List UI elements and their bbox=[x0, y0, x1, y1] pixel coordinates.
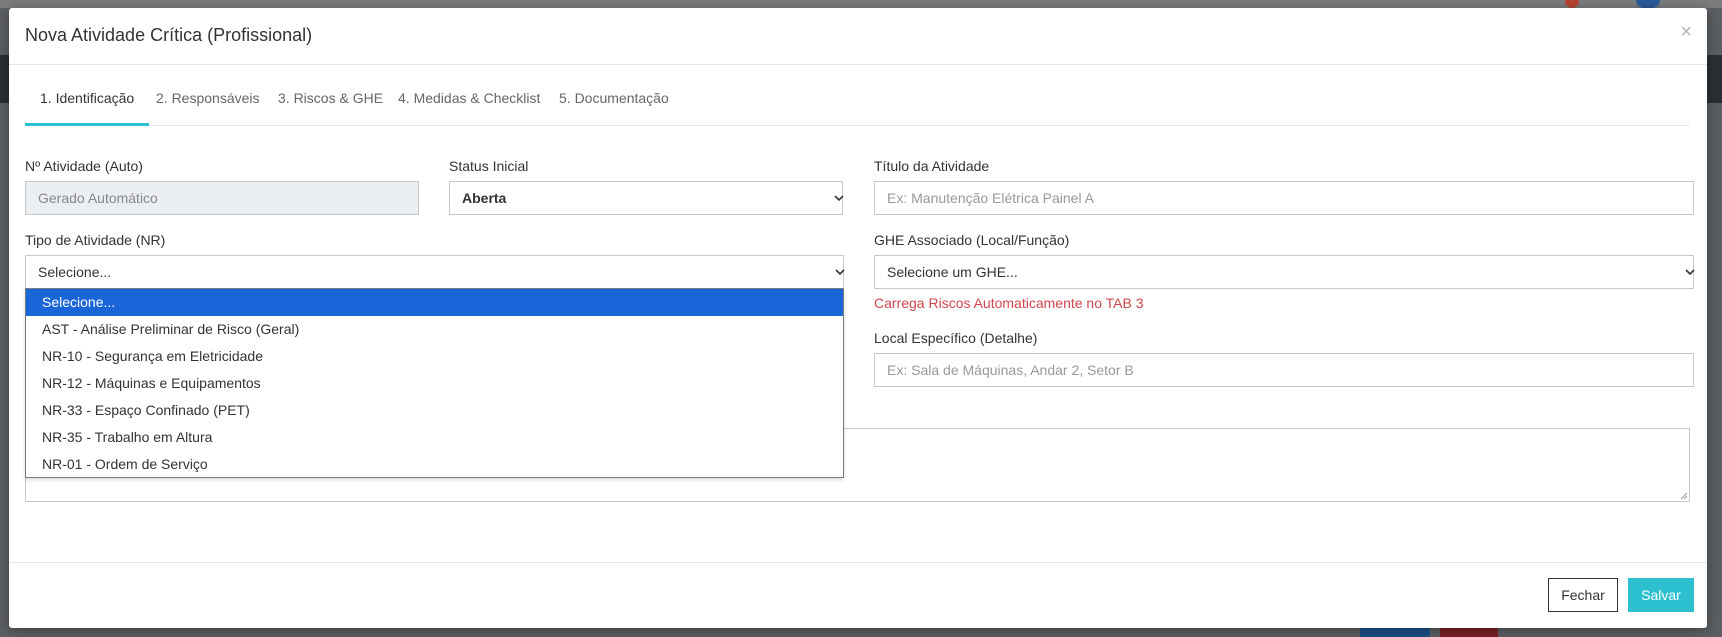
tab-identificacao[interactable]: 1. Identificação bbox=[25, 86, 150, 126]
tab-responsaveis[interactable]: 2. Responsáveis bbox=[141, 86, 275, 126]
dropdown-option[interactable]: NR-01 - Ordem de Serviço bbox=[26, 451, 843, 478]
background-button bbox=[1360, 628, 1430, 637]
tab-riscos-ghe[interactable]: 3. Riscos & GHE bbox=[263, 86, 398, 126]
resize-handle-icon[interactable] bbox=[1680, 492, 1688, 500]
numero-field: Gerado Automático bbox=[25, 181, 419, 215]
tab-documentacao[interactable]: 5. Documentação bbox=[544, 86, 684, 126]
dropdown-option[interactable]: NR-33 - Espaço Confinado (PET) bbox=[26, 397, 843, 424]
local-label: Local Específico (Detalhe) bbox=[874, 330, 1038, 346]
background-button bbox=[1440, 628, 1498, 637]
dropdown-option[interactable]: NR-10 - Segurança em Eletricidade bbox=[26, 343, 843, 370]
save-button[interactable]: Salvar bbox=[1628, 578, 1694, 612]
status-value: Aberta bbox=[462, 190, 507, 206]
ghe-hint: Carrega Riscos Automaticamente no TAB 3 bbox=[874, 295, 1144, 311]
titulo-input[interactable]: Ex: Manutenção Elétrica Painel A bbox=[874, 181, 1694, 215]
status-label: Status Inicial bbox=[449, 158, 529, 174]
titulo-label: Título da Atividade bbox=[874, 158, 990, 174]
numero-label: Nº Atividade (Auto) bbox=[25, 158, 143, 174]
modal-footer: Fechar Salvar bbox=[9, 562, 1707, 628]
status-select[interactable]: Aberta bbox=[449, 181, 844, 215]
local-input[interactable]: Ex: Sala de Máquinas, Andar 2, Setor B bbox=[874, 353, 1694, 387]
tipo-dropdown-list: Selecione... AST - Análise Preliminar de… bbox=[25, 288, 844, 478]
modal-title: Nova Atividade Crítica (Profissional) bbox=[25, 25, 313, 45]
dropdown-option[interactable]: NR-35 - Trabalho em Altura bbox=[26, 424, 843, 451]
close-icon[interactable]: × bbox=[1680, 22, 1692, 42]
ghe-value: Selecione um GHE... bbox=[887, 264, 1018, 280]
background-topbar bbox=[0, 0, 1722, 8]
ghe-select[interactable]: Selecione um GHE... bbox=[874, 255, 1695, 289]
tipo-value: Selecione... bbox=[38, 264, 112, 280]
tipo-label: Tipo de Atividade (NR) bbox=[25, 232, 166, 248]
tipo-select[interactable]: Selecione... bbox=[25, 255, 845, 289]
tab-medidas-checklist[interactable]: 4. Medidas & Checklist bbox=[383, 86, 555, 126]
new-activity-modal: Nova Atividade Crítica (Profissional) × … bbox=[9, 8, 1707, 628]
ghe-label: GHE Associado (Local/Função) bbox=[874, 232, 1070, 248]
tab-bar: 1. Identificação 2. Responsáveis 3. Risc… bbox=[25, 86, 1690, 126]
dropdown-option[interactable]: AST - Análise Preliminar de Risco (Geral… bbox=[26, 316, 843, 343]
modal-header: Nova Atividade Crítica (Profissional) × bbox=[9, 8, 1707, 65]
close-button[interactable]: Fechar bbox=[1548, 578, 1618, 612]
dropdown-option[interactable]: Selecione... bbox=[26, 289, 843, 316]
dropdown-option[interactable]: NR-12 - Máquinas e Equipamentos bbox=[26, 370, 843, 397]
